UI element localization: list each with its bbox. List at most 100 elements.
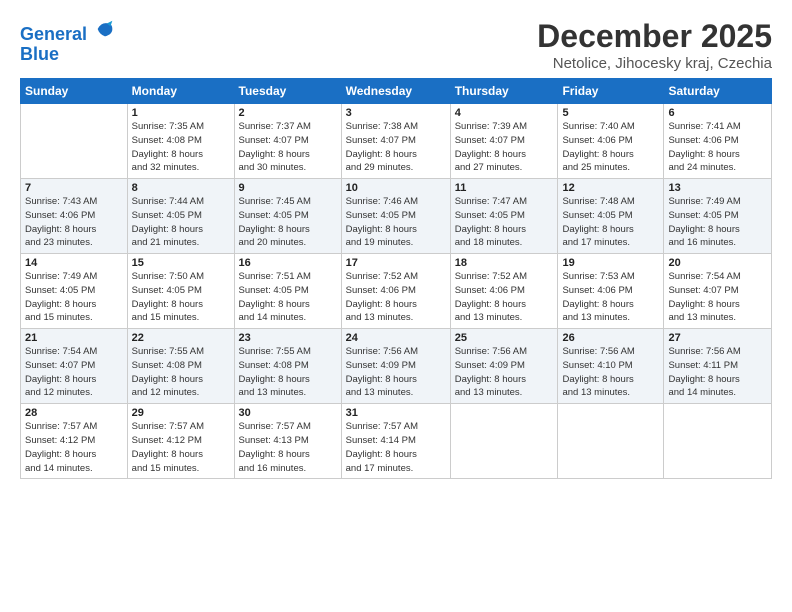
day-number: 9 [239,182,337,194]
day-info: Sunrise: 7:54 AM Sunset: 4:07 PM Dayligh… [25,345,123,400]
day-number: 10 [346,182,446,194]
day-info: Sunrise: 7:38 AM Sunset: 4:07 PM Dayligh… [346,120,446,175]
col-wednesday: Wednesday [341,79,450,104]
day-number: 12 [562,182,659,194]
table-row: 11Sunrise: 7:47 AM Sunset: 4:05 PM Dayli… [450,179,558,254]
table-row: 19Sunrise: 7:53 AM Sunset: 4:06 PM Dayli… [558,254,664,329]
table-row: 21Sunrise: 7:54 AM Sunset: 4:07 PM Dayli… [21,329,128,404]
day-number: 14 [25,257,123,269]
day-info: Sunrise: 7:47 AM Sunset: 4:05 PM Dayligh… [455,195,554,250]
calendar-week-row: 7Sunrise: 7:43 AM Sunset: 4:06 PM Daylig… [21,179,772,254]
table-row: 23Sunrise: 7:55 AM Sunset: 4:08 PM Dayli… [234,329,341,404]
day-info: Sunrise: 7:55 AM Sunset: 4:08 PM Dayligh… [132,345,230,400]
day-number: 21 [25,332,123,344]
calendar: Sunday Monday Tuesday Wednesday Thursday… [20,78,772,479]
day-info: Sunrise: 7:56 AM Sunset: 4:09 PM Dayligh… [346,345,446,400]
col-friday: Friday [558,79,664,104]
table-row: 22Sunrise: 7:55 AM Sunset: 4:08 PM Dayli… [127,329,234,404]
day-number: 22 [132,332,230,344]
day-info: Sunrise: 7:43 AM Sunset: 4:06 PM Dayligh… [25,195,123,250]
day-number: 7 [25,182,123,194]
day-info: Sunrise: 7:57 AM Sunset: 4:12 PM Dayligh… [25,420,123,475]
day-number: 8 [132,182,230,194]
day-info: Sunrise: 7:56 AM Sunset: 4:10 PM Dayligh… [562,345,659,400]
day-number: 26 [562,332,659,344]
table-row: 4Sunrise: 7:39 AM Sunset: 4:07 PM Daylig… [450,104,558,179]
table-row: 30Sunrise: 7:57 AM Sunset: 4:13 PM Dayli… [234,404,341,479]
day-number: 15 [132,257,230,269]
table-row: 25Sunrise: 7:56 AM Sunset: 4:09 PM Dayli… [450,329,558,404]
day-number: 16 [239,257,337,269]
day-info: Sunrise: 7:44 AM Sunset: 4:05 PM Dayligh… [132,195,230,250]
table-row [558,404,664,479]
day-number: 5 [562,107,659,119]
day-info: Sunrise: 7:46 AM Sunset: 4:05 PM Dayligh… [346,195,446,250]
page: General Blue December 2025 Netolice, Jih… [0,0,792,612]
calendar-week-row: 14Sunrise: 7:49 AM Sunset: 4:05 PM Dayli… [21,254,772,329]
table-row: 12Sunrise: 7:48 AM Sunset: 4:05 PM Dayli… [558,179,664,254]
col-sunday: Sunday [21,79,128,104]
day-number: 25 [455,332,554,344]
day-info: Sunrise: 7:57 AM Sunset: 4:12 PM Dayligh… [132,420,230,475]
day-number: 2 [239,107,337,119]
table-row: 5Sunrise: 7:40 AM Sunset: 4:06 PM Daylig… [558,104,664,179]
day-number: 6 [668,107,767,119]
day-number: 13 [668,182,767,194]
table-row: 15Sunrise: 7:50 AM Sunset: 4:05 PM Dayli… [127,254,234,329]
logo-text: General [20,18,116,45]
table-row: 2Sunrise: 7:37 AM Sunset: 4:07 PM Daylig… [234,104,341,179]
day-info: Sunrise: 7:35 AM Sunset: 4:08 PM Dayligh… [132,120,230,175]
day-info: Sunrise: 7:45 AM Sunset: 4:05 PM Dayligh… [239,195,337,250]
table-row: 29Sunrise: 7:57 AM Sunset: 4:12 PM Dayli… [127,404,234,479]
header: General Blue December 2025 Netolice, Jih… [20,18,772,72]
table-row: 9Sunrise: 7:45 AM Sunset: 4:05 PM Daylig… [234,179,341,254]
table-row: 14Sunrise: 7:49 AM Sunset: 4:05 PM Dayli… [21,254,128,329]
day-info: Sunrise: 7:51 AM Sunset: 4:05 PM Dayligh… [239,270,337,325]
logo: General Blue [20,18,116,65]
day-info: Sunrise: 7:49 AM Sunset: 4:05 PM Dayligh… [25,270,123,325]
calendar-header-row: Sunday Monday Tuesday Wednesday Thursday… [21,79,772,104]
day-info: Sunrise: 7:53 AM Sunset: 4:06 PM Dayligh… [562,270,659,325]
day-info: Sunrise: 7:56 AM Sunset: 4:11 PM Dayligh… [668,345,767,400]
subtitle: Netolice, Jihocesky kraj, Czechia [537,55,772,72]
day-info: Sunrise: 7:41 AM Sunset: 4:06 PM Dayligh… [668,120,767,175]
day-number: 30 [239,407,337,419]
table-row: 7Sunrise: 7:43 AM Sunset: 4:06 PM Daylig… [21,179,128,254]
day-number: 29 [132,407,230,419]
day-info: Sunrise: 7:57 AM Sunset: 4:14 PM Dayligh… [346,420,446,475]
table-row: 3Sunrise: 7:38 AM Sunset: 4:07 PM Daylig… [341,104,450,179]
day-info: Sunrise: 7:37 AM Sunset: 4:07 PM Dayligh… [239,120,337,175]
table-row: 13Sunrise: 7:49 AM Sunset: 4:05 PM Dayli… [664,179,772,254]
day-number: 28 [25,407,123,419]
day-number: 31 [346,407,446,419]
day-info: Sunrise: 7:52 AM Sunset: 4:06 PM Dayligh… [346,270,446,325]
table-row: 31Sunrise: 7:57 AM Sunset: 4:14 PM Dayli… [341,404,450,479]
day-number: 1 [132,107,230,119]
table-row: 28Sunrise: 7:57 AM Sunset: 4:12 PM Dayli… [21,404,128,479]
table-row: 10Sunrise: 7:46 AM Sunset: 4:05 PM Dayli… [341,179,450,254]
table-row: 6Sunrise: 7:41 AM Sunset: 4:06 PM Daylig… [664,104,772,179]
table-row: 18Sunrise: 7:52 AM Sunset: 4:06 PM Dayli… [450,254,558,329]
col-monday: Monday [127,79,234,104]
table-row: 8Sunrise: 7:44 AM Sunset: 4:05 PM Daylig… [127,179,234,254]
day-number: 17 [346,257,446,269]
day-number: 11 [455,182,554,194]
title-section: December 2025 Netolice, Jihocesky kraj, … [537,18,772,72]
table-row: 24Sunrise: 7:56 AM Sunset: 4:09 PM Dayli… [341,329,450,404]
day-number: 19 [562,257,659,269]
day-number: 27 [668,332,767,344]
logo-icon [94,18,116,40]
day-number: 18 [455,257,554,269]
table-row: 27Sunrise: 7:56 AM Sunset: 4:11 PM Dayli… [664,329,772,404]
day-info: Sunrise: 7:48 AM Sunset: 4:05 PM Dayligh… [562,195,659,250]
day-number: 24 [346,332,446,344]
day-info: Sunrise: 7:56 AM Sunset: 4:09 PM Dayligh… [455,345,554,400]
day-info: Sunrise: 7:49 AM Sunset: 4:05 PM Dayligh… [668,195,767,250]
table-row [21,104,128,179]
calendar-week-row: 28Sunrise: 7:57 AM Sunset: 4:12 PM Dayli… [21,404,772,479]
day-number: 23 [239,332,337,344]
table-row: 20Sunrise: 7:54 AM Sunset: 4:07 PM Dayli… [664,254,772,329]
day-info: Sunrise: 7:54 AM Sunset: 4:07 PM Dayligh… [668,270,767,325]
day-number: 3 [346,107,446,119]
table-row [664,404,772,479]
